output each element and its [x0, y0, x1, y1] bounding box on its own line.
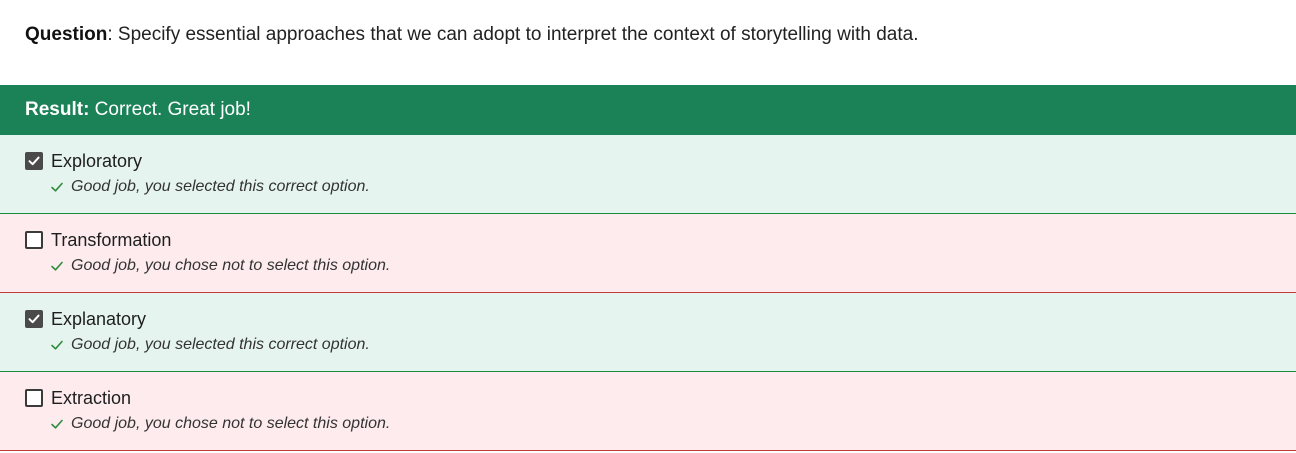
- option-feedback: Good job, you selected this correct opti…: [25, 177, 1296, 197]
- feedback-text: Good job, you chose not to select this o…: [71, 415, 391, 432]
- options-list: Exploratory Good job, you selected this …: [0, 135, 1296, 451]
- option-feedback: Good job, you chose not to select this o…: [25, 414, 1296, 434]
- question-text: Specify essential approaches that we can…: [112, 24, 919, 45]
- result-text: Correct. Great job!: [89, 99, 251, 120]
- feedback-text: Good job, you selected this correct opti…: [71, 178, 370, 195]
- checkbox-unchecked-icon[interactable]: [25, 389, 43, 407]
- option-label: Extraction: [51, 387, 132, 408]
- feedback-text: Good job, you chose not to select this o…: [71, 257, 391, 274]
- option-explanatory: Explanatory Good job, you selected this …: [0, 293, 1296, 372]
- option-row: Transformation: [25, 229, 1296, 251]
- option-label: Exploratory: [51, 150, 143, 171]
- option-extraction: Extraction Good job, you chose not to se…: [0, 372, 1296, 451]
- checkbox-checked-icon[interactable]: [25, 152, 43, 170]
- checkmark-icon: [50, 259, 64, 273]
- checkmark-icon: [50, 338, 64, 352]
- result-banner: Result: Correct. Great job!: [0, 85, 1296, 135]
- option-row: Extraction: [25, 387, 1296, 409]
- result-label: Result:: [25, 99, 90, 120]
- question-prompt: Question: Specify essential approaches t…: [0, 0, 1296, 85]
- option-transformation: Transformation Good job, you chose not t…: [0, 214, 1296, 293]
- checkmark-icon: [50, 417, 64, 431]
- option-feedback: Good job, you selected this correct opti…: [25, 335, 1296, 355]
- option-label: Explanatory: [51, 308, 147, 329]
- option-row: Exploratory: [25, 150, 1296, 172]
- checkbox-unchecked-icon[interactable]: [25, 231, 43, 249]
- question-label: Question: [25, 24, 108, 45]
- checkmark-icon: [50, 180, 64, 194]
- option-feedback: Good job, you chose not to select this o…: [25, 256, 1296, 276]
- option-row: Explanatory: [25, 308, 1296, 330]
- feedback-text: Good job, you selected this correct opti…: [71, 336, 370, 353]
- option-exploratory: Exploratory Good job, you selected this …: [0, 135, 1296, 214]
- option-label: Transformation: [51, 229, 172, 250]
- checkbox-checked-icon[interactable]: [25, 310, 43, 328]
